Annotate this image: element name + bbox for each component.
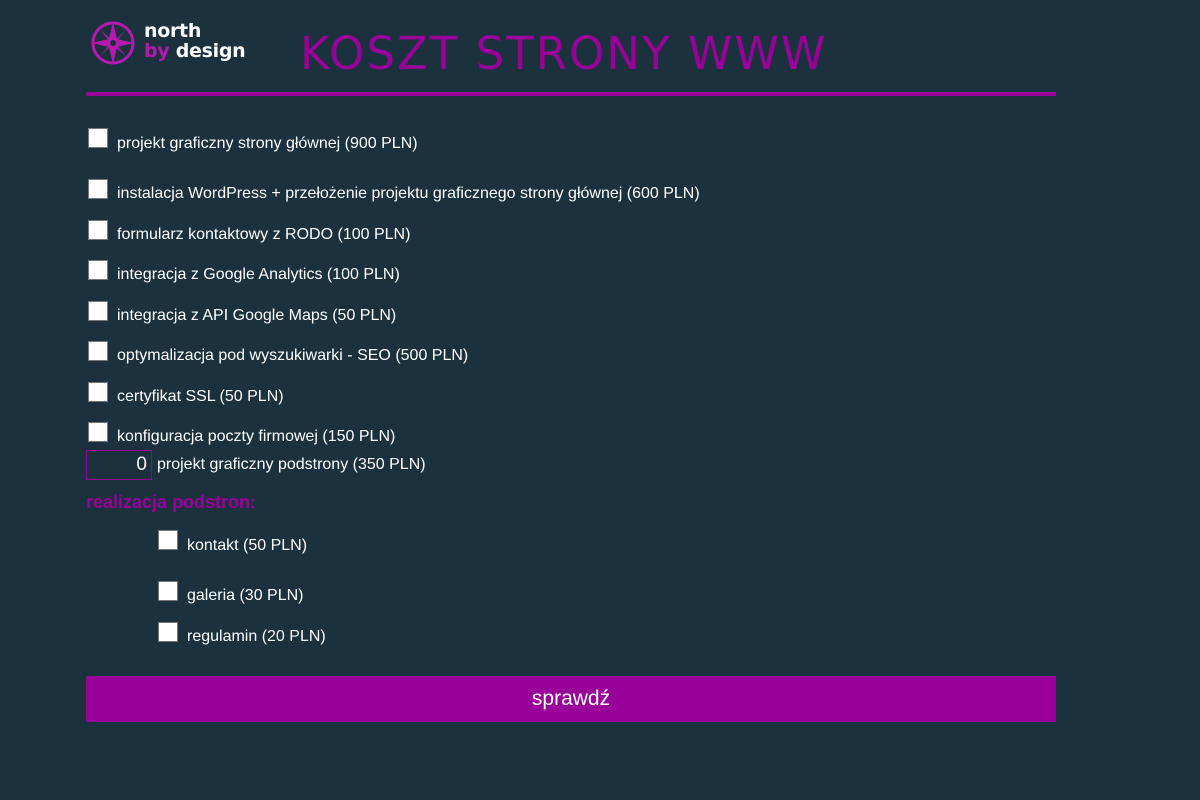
- checkbox[interactable]: [88, 128, 108, 148]
- checkbox[interactable]: [88, 219, 108, 240]
- compass-logo-icon: [91, 21, 135, 65]
- option-label: instalacja WordPress + przełożenie proje…: [117, 185, 700, 202]
- subpage-gallery[interactable]: galeria (30 PLN): [158, 569, 658, 610]
- checkbox[interactable]: [88, 422, 108, 442]
- subpage-contact[interactable]: kontakt (50 PLN): [158, 528, 658, 569]
- options-list: projekt graficzny strony głównej (900 PL…: [88, 126, 1048, 450]
- option-ssl[interactable]: certyfikat SSL (50 PLN): [88, 369, 1048, 410]
- option-label: projekt graficzny strony głównej (900 PL…: [117, 135, 418, 152]
- logo-by: by: [144, 40, 170, 62]
- option-seo[interactable]: optymalizacja pod wyszukiwarki - SEO (50…: [88, 329, 1048, 370]
- checkbox[interactable]: [88, 260, 108, 280]
- subpage-terms[interactable]: regulamin (20 PLN): [158, 609, 658, 650]
- subpage-design-row: projekt graficzny podstrony (350 PLN): [86, 450, 426, 480]
- page: north by design KOSZT STRONY WWW projekt…: [0, 0, 1200, 800]
- header: north by design KOSZT STRONY WWW: [86, 0, 1056, 98]
- option-label: kontakt (50 PLN): [187, 537, 308, 554]
- checkbox[interactable]: [88, 179, 108, 199]
- logo-wordmark: north by design: [144, 20, 246, 62]
- subpage-count-input[interactable]: [86, 450, 152, 480]
- checkbox[interactable]: [88, 300, 108, 321]
- option-google-analytics[interactable]: integracja z Google Analytics (100 PLN): [88, 248, 1048, 289]
- option-label: optymalizacja pod wyszukiwarki - SEO (50…: [117, 347, 469, 364]
- checkbox[interactable]: [158, 581, 178, 601]
- option-label: regulamin (20 PLN): [187, 627, 326, 645]
- logo-line-by-design: by design: [144, 40, 246, 62]
- subpages-heading: realizacja podstron:: [86, 492, 257, 512]
- option-label: galeria (30 PLN): [187, 587, 304, 604]
- logo-design: design: [175, 40, 246, 62]
- header-divider: [86, 92, 1056, 96]
- option-label: formularz kontaktowy z RODO (100 PLN): [117, 225, 411, 243]
- checkbox[interactable]: [158, 530, 178, 550]
- option-contact-form[interactable]: formularz kontaktowy z RODO (100 PLN): [88, 207, 1048, 248]
- option-graphic-design-home[interactable]: projekt graficzny strony głównej (900 PL…: [88, 126, 1048, 167]
- option-label: certyfikat SSL (50 PLN): [117, 387, 284, 405]
- checkbox[interactable]: [88, 341, 108, 361]
- option-wordpress-install[interactable]: instalacja WordPress + przełożenie proje…: [88, 167, 1048, 208]
- logo[interactable]: north by design: [90, 20, 260, 70]
- option-google-maps[interactable]: integracja z API Google Maps (50 PLN): [88, 288, 1048, 329]
- logo-line-north: north: [144, 20, 202, 42]
- option-label: integracja z API Google Maps (50 PLN): [117, 306, 397, 324]
- option-label: konfiguracja poczty firmowej (150 PLN): [117, 428, 396, 445]
- checkbox[interactable]: [88, 381, 108, 402]
- check-button[interactable]: sprawdź: [86, 676, 1056, 722]
- subpages-list: kontakt (50 PLN) galeria (30 PLN) regula…: [158, 528, 658, 650]
- checkbox[interactable]: [158, 621, 178, 642]
- subpage-design-label: projekt graficzny podstrony (350 PLN): [157, 456, 426, 473]
- option-email-config[interactable]: konfiguracja poczty firmowej (150 PLN): [88, 410, 1048, 451]
- option-label: integracja z Google Analytics (100 PLN): [117, 266, 400, 283]
- page-title: KOSZT STRONY WWW: [300, 27, 828, 80]
